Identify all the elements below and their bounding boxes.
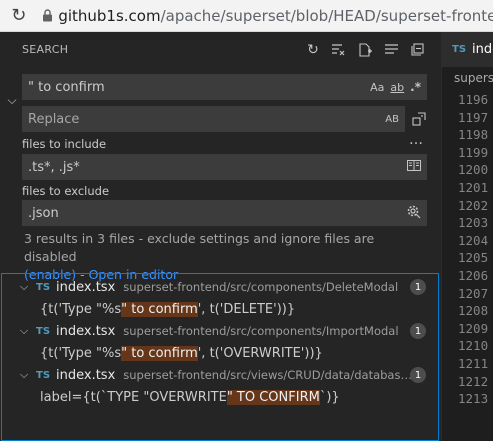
files-to-exclude-input[interactable]: .json (22, 200, 427, 226)
match-after: ', t('DELETE'))} (197, 301, 296, 317)
match-after: `)} (319, 389, 340, 405)
replace-all-icon[interactable] (409, 109, 429, 129)
result-file-name: index.tsx (56, 367, 116, 383)
match-highlight: " to confirm (121, 301, 198, 317)
typescript-file-icon: TS (36, 325, 51, 337)
match-highlight: " to confirm (121, 345, 198, 361)
search-input[interactable]: " to confirm Aa ab .* (22, 74, 427, 100)
line-number: 1199 (458, 144, 489, 160)
line-number: 1204 (458, 232, 489, 248)
match-case-icon[interactable]: Aa (370, 81, 384, 94)
replace-input[interactable]: Replace AB (22, 106, 405, 132)
collapse-all-icon[interactable] (407, 40, 427, 60)
line-number: 1200 (458, 162, 489, 178)
match-count-badge: 1 (410, 367, 426, 383)
whole-word-icon[interactable]: ab (390, 81, 404, 94)
result-file-path: superset-frontend/src/components/ImportM… (123, 324, 399, 338)
result-match-row[interactable]: label={t(`TYPE "OVERWRITE " TO CONFIRM `)} (40, 386, 340, 408)
summary-text: 3 results in 3 files - exclude settings … (24, 231, 375, 264)
address-bar[interactable]: github1s.com/apache/superset/blob/HEAD/s… (58, 7, 493, 25)
replace-options: AB (385, 114, 405, 125)
breadcrumb[interactable]: supers (442, 67, 493, 89)
files-to-include-label: files to include (22, 137, 107, 151)
match-highlight: " TO CONFIRM (226, 389, 320, 405)
search-options: Aa ab .* (370, 80, 427, 94)
chevron-down-icon[interactable]: ⌵ (16, 368, 32, 382)
url-host: github1s.com (58, 6, 161, 25)
files-to-include-value: .ts*, .js* (28, 159, 80, 175)
line-number: 1211 (458, 355, 489, 371)
line-number: 1209 (458, 320, 489, 336)
line-number: 1212 (458, 373, 489, 389)
typescript-file-icon: TS (452, 44, 467, 55)
match-before: {t('Type "%s (40, 301, 122, 317)
typescript-file-icon: TS (36, 369, 51, 381)
browser-toolbar: ↻ github1s.com/apache/superset/blob/HEAD… (0, 0, 493, 32)
result-match-row[interactable]: {t('Type "%s " to confirm ', t('DELETE'))} (40, 298, 295, 320)
search-only-open-editors-icon[interactable] (407, 160, 421, 174)
line-number: 1207 (458, 285, 489, 301)
refresh-icon[interactable]: ↻ (303, 40, 323, 60)
editor-area: TS inde supers 1196 1197 1198 1199 1200 … (441, 32, 493, 441)
view-as-tree-icon[interactable] (381, 40, 401, 60)
result-file-row[interactable]: ⌵ TS index.tsx superset-frontend/src/com… (2, 320, 438, 342)
line-number: 1203 (458, 215, 489, 231)
line-number: 1213 (458, 391, 489, 407)
url-path: /apache/superset/blob/HEAD/superset-fron… (160, 6, 493, 25)
line-number: 1198 (458, 127, 489, 143)
line-number: 1210 (458, 338, 489, 354)
match-before: label={t(`TYPE "OVERWRITE (40, 389, 227, 405)
files-to-exclude-label: files to exclude (22, 184, 110, 198)
search-actions: ↻ (303, 32, 427, 67)
files-to-exclude-value: .json (28, 205, 59, 221)
line-number: 1197 (458, 109, 489, 125)
preserve-case-icon[interactable]: AB (385, 114, 399, 125)
chevron-down-icon[interactable]: ⌵ (16, 280, 32, 294)
search-sidebar: SEARCH ↻ ⌵ " to confirm Aa ab .* Replace… (0, 32, 441, 441)
result-file-name: index.tsx (56, 323, 116, 339)
line-number: 1208 (458, 303, 489, 319)
typescript-file-icon: TS (36, 281, 51, 293)
search-input-value: " to confirm (28, 79, 105, 95)
search-title: SEARCH (22, 43, 69, 56)
line-number: 1206 (458, 267, 489, 283)
line-number: 1201 (458, 179, 489, 195)
use-exclude-settings-gear-icon[interactable] (407, 205, 421, 222)
clear-results-icon[interactable] (329, 40, 349, 60)
lock-icon[interactable] (38, 0, 59, 32)
result-file-name: index.tsx (56, 279, 116, 295)
editor-tab[interactable]: TS inde (442, 32, 493, 67)
files-to-include-input[interactable]: .ts*, .js* (22, 154, 427, 180)
toggle-search-details-icon[interactable]: … (409, 132, 424, 148)
match-before: {t('Type "%s (40, 345, 122, 361)
match-after: ', t('OVERWRITE'))} (197, 345, 323, 361)
match-count-badge: 1 (410, 279, 426, 295)
reload-icon[interactable]: ↻ (0, 0, 38, 32)
result-file-row[interactable]: ⌵ TS index.tsx superset-frontend/src/vie… (2, 364, 438, 386)
line-number: 1202 (458, 197, 489, 213)
line-number: 1196 (458, 92, 489, 107)
result-file-path: superset-frontend/src/views/CRUD/data/da… (123, 368, 414, 382)
result-match-row[interactable]: {t('Type "%s " to confirm ', t('OVERWRITE'… (40, 342, 323, 364)
line-numbers: 1196 1197 1198 1199 1200 1201 1202 1203 … (442, 89, 493, 408)
regex-icon[interactable]: .* (410, 80, 421, 94)
toggle-replace-chevron-icon[interactable]: ⌵ (4, 92, 20, 108)
results-tree: ⌵ TS index.tsx superset-frontend/src/com… (1, 273, 439, 441)
editor-tab-label: inde (472, 42, 493, 57)
new-search-editor-icon[interactable] (355, 40, 375, 60)
match-count-badge: 1 (410, 323, 426, 339)
line-number: 1205 (458, 250, 489, 266)
chevron-down-icon[interactable]: ⌵ (16, 324, 32, 338)
result-file-row[interactable]: ⌵ TS index.tsx superset-frontend/src/com… (2, 276, 438, 298)
search-header: SEARCH ↻ (0, 32, 441, 67)
result-file-path: superset-frontend/src/components/DeleteM… (123, 280, 399, 294)
replace-placeholder: Replace (28, 111, 80, 127)
